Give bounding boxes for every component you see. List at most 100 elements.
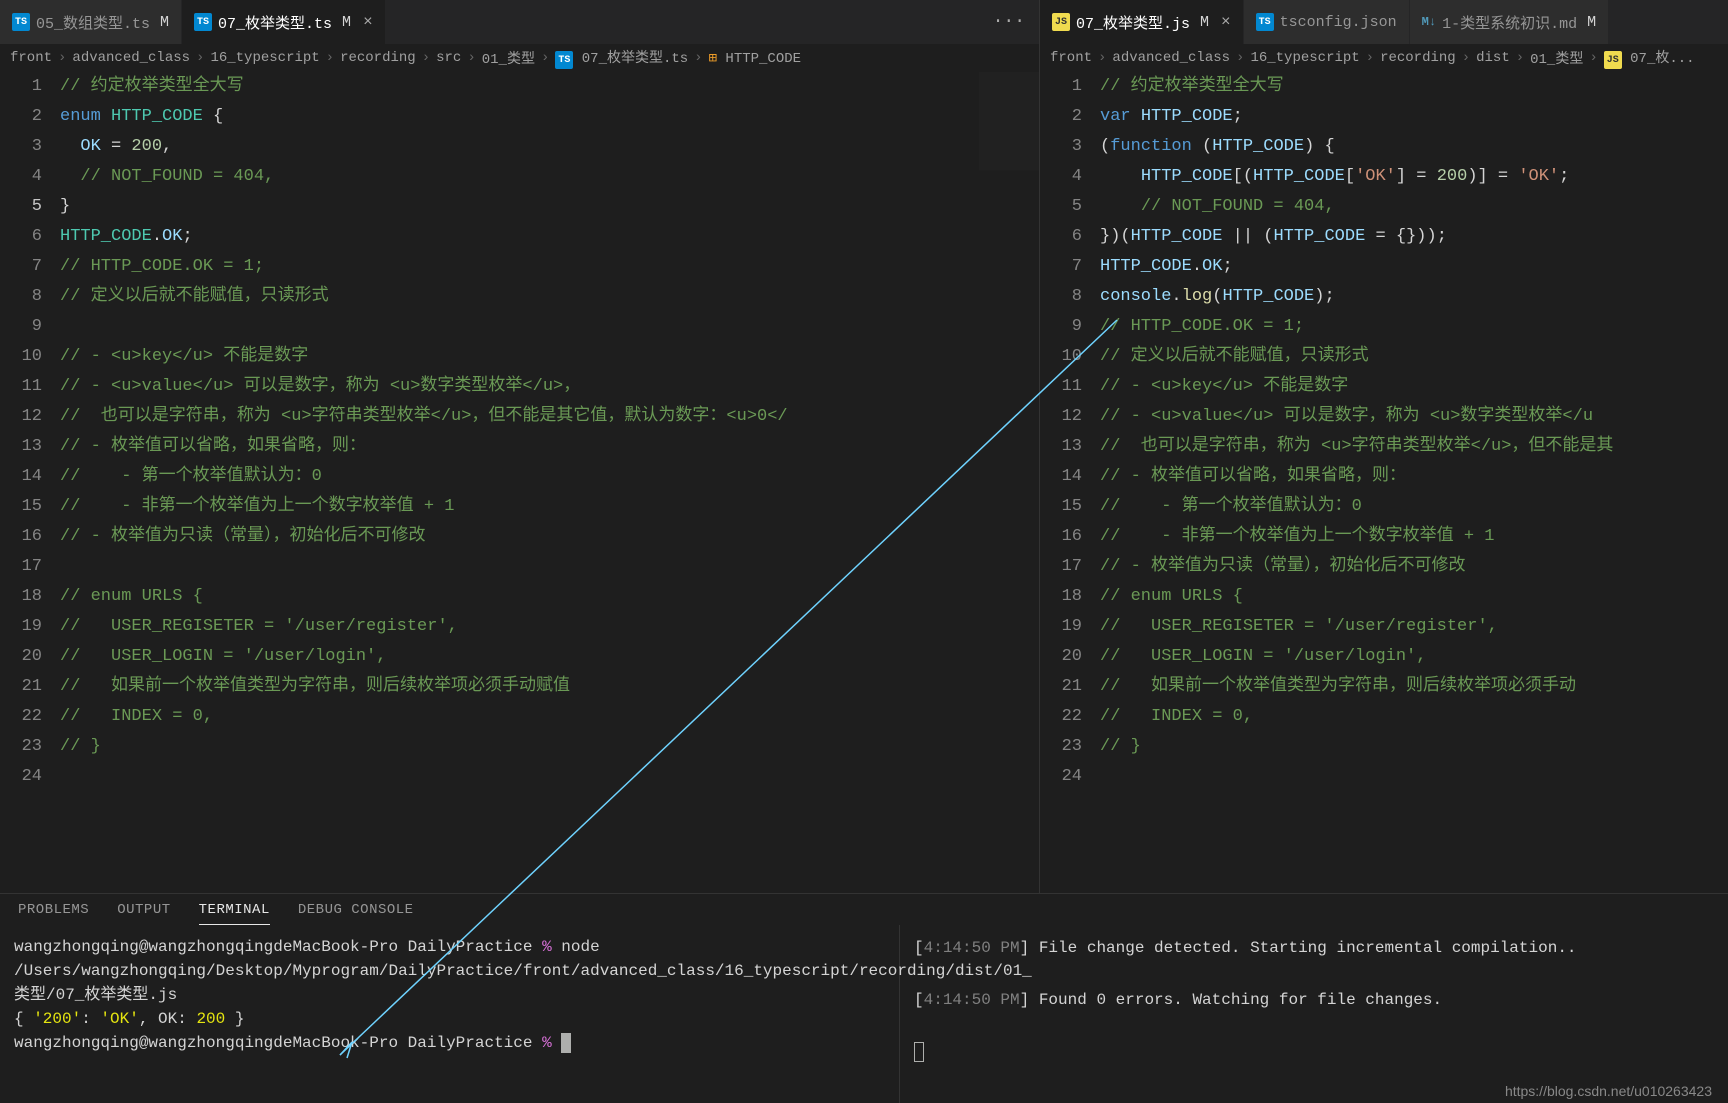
code-line[interactable]: // INDEX = 0, xyxy=(1100,702,1728,732)
terminal-right[interactable]: [4:14:50 PM] File change detected. Start… xyxy=(900,925,1728,1103)
code-line[interactable]: // - 非第一个枚举值为上一个数字枚举值 + 1 xyxy=(1100,522,1728,552)
tab-label: 07_枚举类型.js xyxy=(1076,12,1190,33)
code-lines-right[interactable]: // 约定枚举类型全大写var HTTP_CODE;⌄(function (HT… xyxy=(1100,72,1728,893)
code-line[interactable]: OK = 200, xyxy=(60,132,979,162)
code-line[interactable]: HTTP_CODE.OK; xyxy=(1100,252,1728,282)
code-line[interactable]: // - <u>key</u> 不能是数字 xyxy=(60,342,979,372)
code-line[interactable]: // } xyxy=(60,732,979,762)
code-line[interactable]: // - 枚举值可以省略，如果省略，则： xyxy=(1100,462,1728,492)
code-line[interactable] xyxy=(60,762,979,792)
code-line[interactable]: // 定义以后就不能赋值，只读形式 xyxy=(1100,342,1728,372)
breadcrumb-item[interactable]: advanced_class xyxy=(1112,50,1230,66)
terminal-left[interactable]: wangzhongqing@wangzhongqingdeMacBook-Pro… xyxy=(0,925,900,1103)
code-line[interactable]: // NOT_FOUND = 404, xyxy=(60,162,979,192)
code-line[interactable]: // 定义以后就不能赋值，只读形式 xyxy=(60,282,979,312)
breadcrumb-item[interactable]: dist xyxy=(1476,50,1510,66)
code-line[interactable]: // - 第一个枚举值默认为：0 xyxy=(1100,492,1728,522)
line-number: 13 xyxy=(0,432,42,462)
code-line[interactable]: })(HTTP_CODE || (HTTP_CODE = {})); xyxy=(1100,222,1728,252)
code-line[interactable]: // - 枚举值为只读（常量），初始化后不可修改 xyxy=(60,522,979,552)
breadcrumb-item[interactable]: 16_typescript xyxy=(1250,50,1359,66)
line-number: 12 xyxy=(0,402,42,432)
panel-tab-output[interactable]: OUTPUT xyxy=(117,902,170,925)
breadcrumb-item[interactable]: 16_typescript xyxy=(210,50,319,66)
breadcrumb-item[interactable]: src xyxy=(436,50,461,66)
breadcrumb-item[interactable]: advanced_class xyxy=(72,50,190,66)
code-line[interactable]: // 如果前一个枚举值类型为字符串，则后续枚举项必须手动 xyxy=(1100,672,1728,702)
code-line[interactable]: // - 枚举值可以省略，如果省略，则： xyxy=(60,432,979,462)
code-line[interactable]: // enum URLS { xyxy=(60,582,979,612)
tab-tsconfig.json[interactable]: TS tsconfig.json xyxy=(1244,0,1410,44)
panel-tabs: PROBLEMS OUTPUT TERMINAL DEBUG CONSOLE xyxy=(0,894,1728,925)
code-line[interactable] xyxy=(60,552,979,582)
code-lines-left[interactable]: // 约定枚举类型全大写enum HTTP_CODE { OK = 200, /… xyxy=(60,72,979,893)
breadcrumb-item[interactable]: front xyxy=(1050,50,1092,66)
chevron-right-icon: › xyxy=(196,50,204,66)
modified-indicator: M xyxy=(160,14,169,31)
line-number: 8 xyxy=(1040,282,1082,312)
code-line[interactable]: // - 非第一个枚举值为上一个数字枚举值 + 1 xyxy=(60,492,979,522)
code-line[interactable]: // 约定枚举类型全大写 xyxy=(1100,72,1728,102)
breadcrumb-item[interactable]: front xyxy=(10,50,52,66)
code-line[interactable]: // HTTP_CODE.OK = 1; xyxy=(60,252,979,282)
chevron-right-icon: › xyxy=(541,50,549,66)
typescript-icon: TS xyxy=(194,13,212,31)
code-line[interactable]: // - <u>key</u> 不能是数字 xyxy=(1100,372,1728,402)
breadcrumb-item[interactable]: recording xyxy=(340,50,416,66)
line-number: 12 xyxy=(1040,402,1082,432)
breadcrumb-item[interactable]: JS 07_枚... xyxy=(1604,47,1695,70)
code-area-right[interactable]: 123456789101112131415161718192021222324 … xyxy=(1040,72,1728,893)
tab-05_数组类型.ts[interactable]: TS 05_数组类型.ts M xyxy=(0,0,182,44)
breadcrumb-item[interactable]: 01_类型 xyxy=(1530,48,1583,68)
line-number: 10 xyxy=(1040,342,1082,372)
code-line[interactable]: // - 第一个枚举值默认为：0 xyxy=(60,462,979,492)
code-line[interactable]: // USER_REGISETER = '/user/register', xyxy=(60,612,979,642)
panel-tab-debug console[interactable]: DEBUG CONSOLE xyxy=(298,902,414,925)
code-line[interactable]: // INDEX = 0, xyxy=(60,702,979,732)
minimap-left[interactable] xyxy=(979,72,1039,893)
tab-1-类型系统初识.md[interactable]: M↓ 1-类型系统初识.md M xyxy=(1410,0,1609,44)
breadcrumb-right[interactable]: front›advanced_class›16_typescript›recor… xyxy=(1040,44,1728,72)
code-line[interactable]: // 约定枚举类型全大写 xyxy=(60,72,979,102)
code-line[interactable]: // enum URLS { xyxy=(1100,582,1728,612)
code-line[interactable]: // 如果前一个枚举值类型为字符串，则后续枚举项必须手动赋值 xyxy=(60,672,979,702)
close-icon[interactable]: × xyxy=(363,13,373,31)
code-line[interactable] xyxy=(1100,762,1728,792)
tab-07_枚举类型.js[interactable]: JS 07_枚举类型.js M × xyxy=(1040,0,1244,44)
breadcrumb-item[interactable]: 01_类型 xyxy=(482,48,535,68)
code-line[interactable]: enum HTTP_CODE { xyxy=(60,102,979,132)
code-line[interactable]: // - <u>value</u> 可以是数字，称为 <u>数字类型枚举</u xyxy=(1100,402,1728,432)
chevron-right-icon: › xyxy=(1462,50,1470,66)
code-line[interactable]: var HTTP_CODE; xyxy=(1100,102,1728,132)
close-icon[interactable]: × xyxy=(1221,13,1231,31)
javascript-icon: JS xyxy=(1604,51,1622,69)
line-number: 22 xyxy=(1040,702,1082,732)
breadcrumb-item[interactable]: TS 07_枚举类型.ts xyxy=(555,47,688,70)
code-line[interactable]: // USER_LOGIN = '/user/login', xyxy=(60,642,979,672)
code-line[interactable]: ⌄(function (HTTP_CODE) { xyxy=(1100,132,1728,162)
code-line[interactable]: // NOT_FOUND = 404, xyxy=(1100,192,1728,222)
code-line[interactable]: ⌄// HTTP_CODE.OK = 1; xyxy=(1100,312,1728,342)
breadcrumb-item[interactable]: recording xyxy=(1380,50,1456,66)
code-line[interactable] xyxy=(60,312,979,342)
code-line[interactable]: HTTP_CODE[(HTTP_CODE['OK'] = 200)] = 'OK… xyxy=(1100,162,1728,192)
code-line[interactable]: // 也可以是字符串，称为 <u>字符串类型枚举</u>，但不能是其它值，默认为… xyxy=(60,402,979,432)
code-line[interactable]: // 也可以是字符串，称为 <u>字符串类型枚举</u>，但不能是其 xyxy=(1100,432,1728,462)
tab-07_枚举类型.ts[interactable]: TS 07_枚举类型.ts M × xyxy=(182,0,386,44)
tab-overflow-icon[interactable]: ··· xyxy=(979,0,1039,44)
modified-indicator: M xyxy=(342,14,351,31)
code-line[interactable]: // } xyxy=(1100,732,1728,762)
code-line[interactable]: } xyxy=(60,192,979,222)
code-line[interactable]: // - 枚举值为只读（常量），初始化后不可修改 xyxy=(1100,552,1728,582)
line-number: 15 xyxy=(0,492,42,522)
panel-tab-terminal[interactable]: TERMINAL xyxy=(199,902,270,925)
code-line[interactable]: HTTP_CODE.OK; xyxy=(60,222,979,252)
code-line[interactable]: // USER_REGISETER = '/user/register', xyxy=(1100,612,1728,642)
breadcrumb-left[interactable]: front›advanced_class›16_typescript›recor… xyxy=(0,44,1039,72)
code-area-left[interactable]: 123456789101112131415161718192021222324 … xyxy=(0,72,1039,893)
panel-tab-problems[interactable]: PROBLEMS xyxy=(18,902,89,925)
breadcrumb-item[interactable]: ⊞ HTTP_CODE xyxy=(709,50,801,67)
code-line[interactable]: // USER_LOGIN = '/user/login', xyxy=(1100,642,1728,672)
code-line[interactable]: console.log(HTTP_CODE); xyxy=(1100,282,1728,312)
code-line[interactable]: // - <u>value</u> 可以是数字，称为 <u>数字类型枚举</u>… xyxy=(60,372,979,402)
